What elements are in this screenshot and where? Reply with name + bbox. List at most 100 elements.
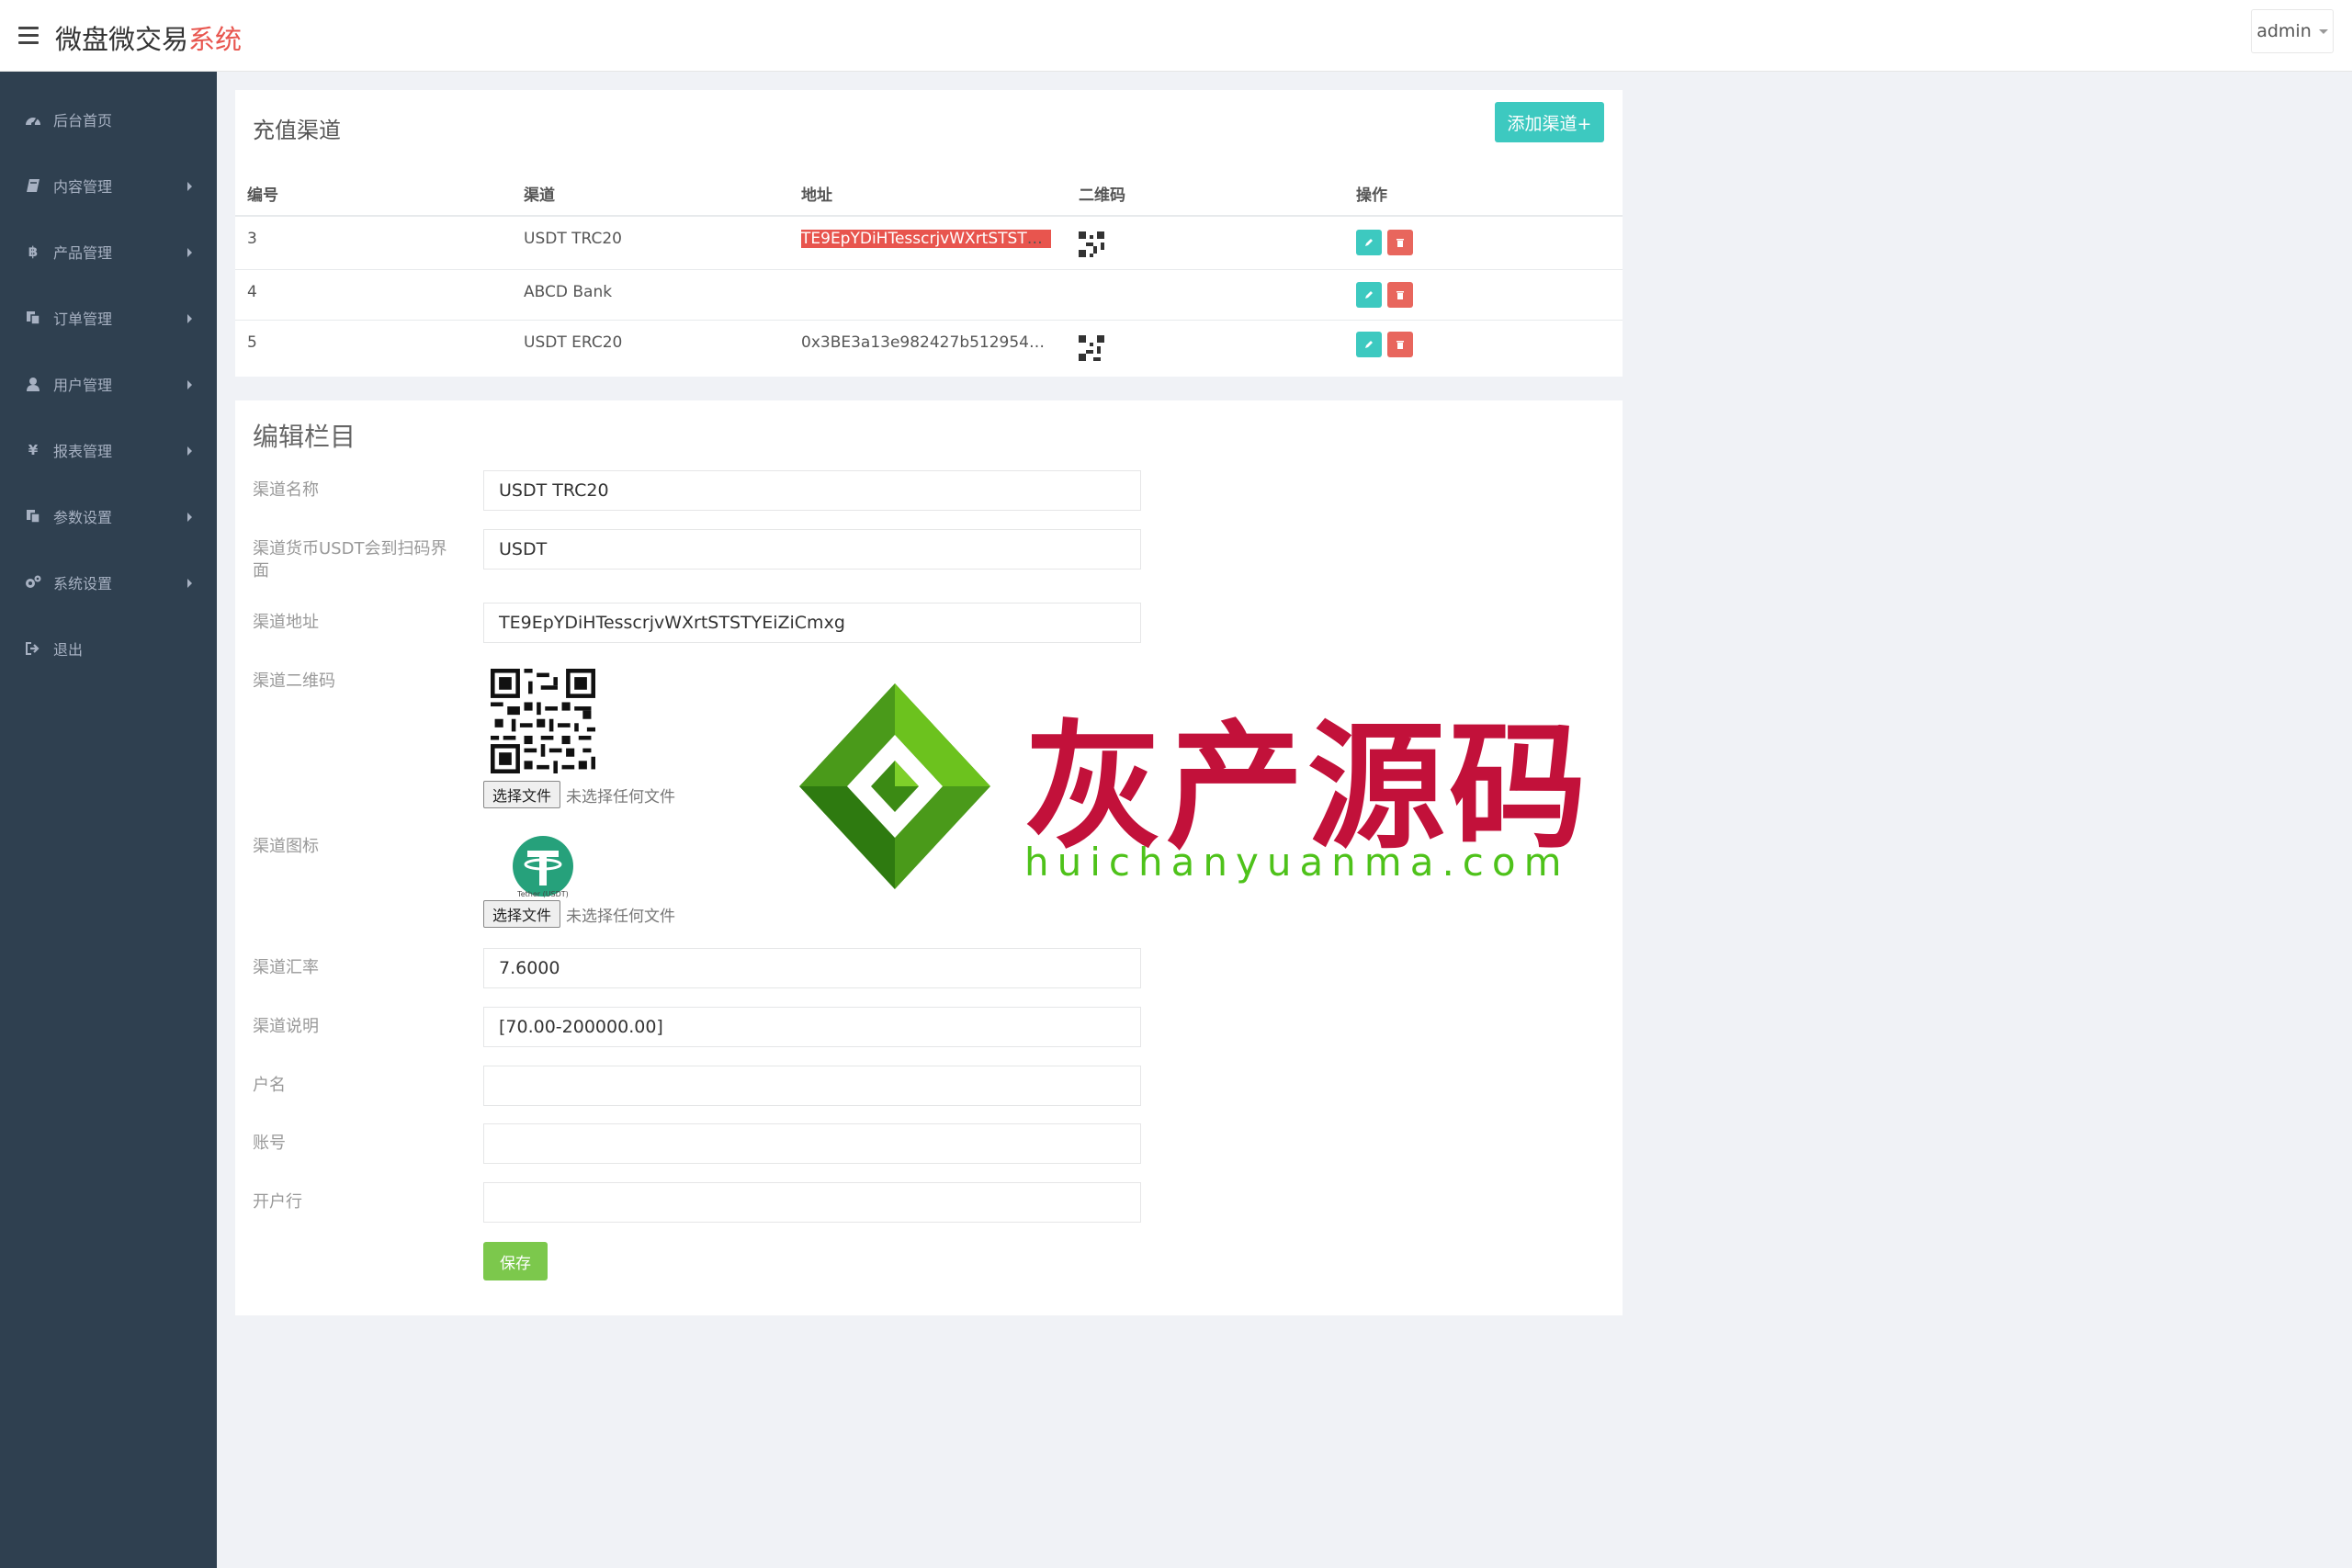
row-channel: USDT TRC20: [524, 230, 622, 248]
sidebar-item-products[interactable]: ฿ 产品管理: [0, 224, 217, 279]
sidebar-item-users[interactable]: 用户管理: [0, 356, 217, 412]
caret-right-icon: [187, 446, 192, 456]
dashboard-icon: [24, 110, 42, 129]
panel-title: 充值渠道: [253, 118, 341, 143]
brand-accent: 系统: [188, 24, 243, 55]
caret-right-icon: [187, 579, 192, 588]
sidebar-item-label: 产品管理: [53, 244, 113, 262]
sidebar-item-label: 报表管理: [53, 443, 113, 460]
edit-button[interactable]: [1356, 332, 1382, 357]
pencil-icon: [1365, 341, 1373, 348]
bitcoin-icon: ฿: [28, 243, 39, 260]
sign-out-icon: [24, 639, 42, 658]
row-address-text: TE9EpYDiHTesscrjvWXrtSTSTYEi...: [801, 230, 1051, 248]
add-channel-button[interactable]: 添加渠道+: [1495, 102, 1604, 142]
delete-button[interactable]: [1387, 332, 1413, 357]
watermark-logo-icon: [799, 683, 990, 889]
user-menu-button[interactable]: admin: [2251, 9, 2334, 53]
sidebar-item-dashboard[interactable]: 后台首页: [0, 92, 217, 147]
column-header-channel: 渠道: [524, 186, 555, 205]
panel-title: 编辑栏目: [253, 422, 356, 452]
table-row: 5 USDT ERC20 0x3BE3a13e982427b512954Fd1.…: [235, 321, 1623, 374]
field-label: 户名: [253, 1076, 286, 1095]
account-number-input[interactable]: [483, 1123, 1141, 1164]
brand-main: 微盘微交易: [55, 24, 189, 55]
column-header-qrcode: 二维码: [1079, 186, 1125, 205]
sidebar-item-label: 参数设置: [53, 509, 113, 526]
channel-currency-input[interactable]: USDT: [483, 529, 1141, 570]
sidebar-item-label: 内容管理: [53, 178, 113, 196]
caret-right-icon: [187, 513, 192, 522]
field-label: 渠道汇率: [253, 958, 319, 977]
field-label: 渠道图标: [253, 837, 319, 856]
save-button[interactable]: 保存: [483, 1242, 548, 1280]
delete-button[interactable]: [1387, 230, 1413, 255]
qrcode-file-picker: 选择文件 未选择任何文件: [483, 781, 675, 808]
caret-right-icon: [187, 248, 192, 257]
sidebar-item-label: 后台首页: [53, 112, 113, 130]
edit-button[interactable]: [1356, 230, 1382, 255]
file-status-text: 未选择任何文件: [566, 907, 676, 926]
caret-right-icon: [187, 182, 192, 191]
sidebar-item-reports[interactable]: ¥ 报表管理: [0, 423, 217, 478]
field-label: 渠道地址: [253, 613, 319, 632]
row-id: 3: [247, 230, 257, 248]
menu-toggle-icon[interactable]: [18, 27, 39, 44]
sidebar-item-label: 退出: [53, 641, 84, 659]
pencil-icon: [1365, 291, 1373, 299]
qr-code-thumbnail[interactable]: [1079, 231, 1104, 257]
column-header-actions: 操作: [1356, 186, 1387, 205]
sidebar: 后台首页 内容管理 ฿ 产品管理 订单管理 用户管理 ¥ 报表管理 参数设置 系…: [0, 72, 217, 1568]
sidebar-item-logout[interactable]: 退出: [0, 621, 217, 676]
sidebar-item-content[interactable]: 内容管理: [0, 158, 217, 213]
channel-address-input[interactable]: TE9EpYDiHTesscrjvWXrtSTSTYEiZiCmxg: [483, 603, 1141, 643]
row-id: 4: [247, 283, 257, 301]
row-channel: ABCD Bank: [524, 283, 613, 301]
book-icon: [24, 176, 42, 195]
user-icon: [24, 375, 42, 393]
sidebar-item-params[interactable]: 参数设置: [0, 489, 217, 544]
field-label: 渠道名称: [253, 480, 319, 500]
bank-input[interactable]: [483, 1182, 1141, 1223]
choose-file-button[interactable]: 选择文件: [483, 781, 561, 808]
field-label: 渠道货币USDT会到扫码界面: [253, 539, 447, 581]
table-row: 4 ABCD Bank: [235, 270, 1623, 321]
trash-icon: [1396, 291, 1404, 299]
watermark-url: huichanyuanma.com: [1024, 840, 1570, 885]
row-address: TE9EpYDiHTesscrjvWXrtSTSTYEi...: [801, 230, 1051, 248]
icon-file-picker: 选择文件 未选择任何文件: [483, 900, 675, 928]
account-name-input[interactable]: [483, 1066, 1141, 1106]
sidebar-item-label: 系统设置: [53, 575, 113, 592]
icon-caption: Tether (USDT): [517, 890, 569, 898]
copy-icon: [24, 309, 42, 327]
cogs-icon: [24, 573, 42, 592]
file-status-text: 未选择任何文件: [566, 787, 676, 807]
edit-button[interactable]: [1356, 282, 1382, 308]
pencil-icon: [1365, 239, 1373, 246]
sidebar-item-system[interactable]: 系统设置: [0, 555, 217, 610]
caret-right-icon: [187, 314, 192, 323]
qr-code-thumbnail[interactable]: [1079, 335, 1104, 361]
channel-rate-input[interactable]: 7.6000: [483, 948, 1141, 988]
caret-down-icon: [2318, 28, 2328, 34]
field-label: 渠道说明: [253, 1017, 319, 1036]
field-label: 开户行: [253, 1192, 302, 1212]
column-header-id: 编号: [247, 186, 278, 205]
qr-code-image: [491, 669, 595, 773]
table-row: 3 USDT TRC20 TE9EpYDiHTesscrjvWXrtSTSTYE…: [235, 217, 1623, 270]
choose-file-button[interactable]: 选择文件: [483, 900, 561, 928]
copy-icon: [24, 507, 42, 525]
delete-button[interactable]: [1387, 282, 1413, 308]
sidebar-item-label: 订单管理: [53, 310, 113, 328]
sidebar-item-orders[interactable]: 订单管理: [0, 290, 217, 345]
field-label: 账号: [253, 1134, 286, 1153]
sidebar-item-label: 用户管理: [53, 377, 113, 394]
channel-description-input[interactable]: [70.00-200000.00]: [483, 1007, 1141, 1047]
channel-name-input[interactable]: USDT TRC20: [483, 470, 1141, 511]
table-header: 编号 渠道 地址 二维码 操作: [235, 171, 1623, 217]
field-label: 渠道二维码: [253, 671, 335, 691]
brand-title: 微盘微交易系统: [55, 18, 242, 57]
channels-panel: 充值渠道 添加渠道+ 编号 渠道 地址 二维码 操作 3 USDT TRC20 …: [235, 90, 1623, 377]
row-address: 0x3BE3a13e982427b512954Fd1...: [801, 333, 1051, 352]
row-id: 5: [247, 333, 257, 352]
